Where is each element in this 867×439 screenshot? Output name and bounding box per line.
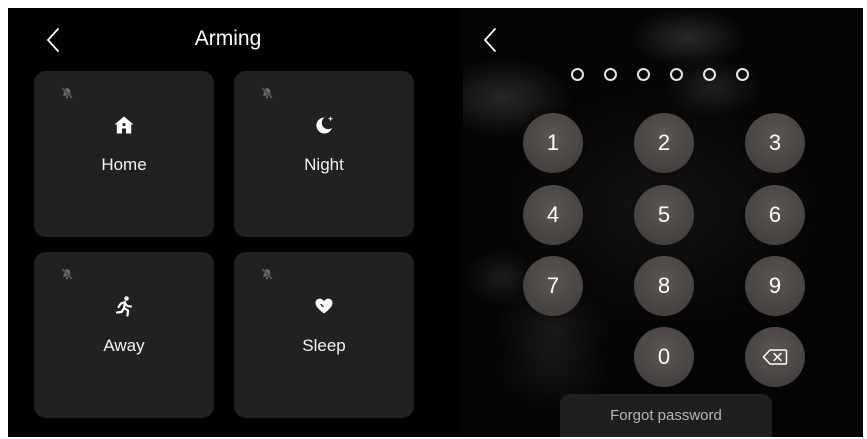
backspace-icon xyxy=(762,349,788,365)
chevron-left-icon xyxy=(484,28,496,52)
bell-off-icon xyxy=(61,268,73,280)
mode-label-night: Night xyxy=(304,155,344,174)
mode-card-home[interactable]: Home xyxy=(34,71,214,237)
forgot-password-button[interactable]: Forgot password xyxy=(560,394,772,437)
page-title: Arming xyxy=(194,27,262,50)
mode-card-away[interactable]: Away xyxy=(34,252,214,418)
key-4[interactable]: 4 xyxy=(523,185,583,245)
mode-card-sleep[interactable]: Sleep xyxy=(234,252,414,418)
pin-dot xyxy=(637,68,650,81)
key-3[interactable]: 3 xyxy=(745,113,805,173)
chevron-left-icon xyxy=(47,28,59,52)
pin-dot xyxy=(703,68,716,81)
pin-panel: 1 2 3 4 5 6 7 8 9 0 Forgot password xyxy=(463,8,863,437)
home-icon xyxy=(114,116,134,134)
arming-panel: Arming Home Night Away Sleep xyxy=(8,8,463,437)
key-2[interactable]: 2 xyxy=(634,113,694,173)
running-person-icon xyxy=(115,296,132,317)
keypad-back-button[interactable] xyxy=(475,23,505,57)
pin-indicator xyxy=(571,68,749,81)
back-button[interactable] xyxy=(38,23,68,57)
mode-label-sleep: Sleep xyxy=(302,336,346,355)
key-1[interactable]: 1 xyxy=(523,113,583,173)
mode-card-night[interactable]: Night xyxy=(234,71,414,237)
pin-dot xyxy=(571,68,584,81)
pin-dot xyxy=(604,68,617,81)
bell-off-icon xyxy=(261,268,273,280)
key-6[interactable]: 6 xyxy=(745,185,805,245)
key-5[interactable]: 5 xyxy=(634,185,694,245)
pin-dot xyxy=(736,68,749,81)
heart-icon xyxy=(315,298,333,314)
moon-icon xyxy=(316,116,334,134)
key-8[interactable]: 8 xyxy=(634,256,694,316)
pin-dot xyxy=(670,68,683,81)
bell-off-icon xyxy=(61,87,73,99)
app-screen: Arming Home Night Away Sleep 1 2 3 4 5 6… xyxy=(8,8,863,437)
key-0[interactable]: 0 xyxy=(634,327,694,387)
backspace-button[interactable] xyxy=(745,327,805,387)
mode-label-home: Home xyxy=(101,155,147,174)
mode-label-away: Away xyxy=(103,336,145,355)
key-9[interactable]: 9 xyxy=(745,256,805,316)
key-7[interactable]: 7 xyxy=(523,256,583,316)
bell-off-icon xyxy=(261,87,273,99)
